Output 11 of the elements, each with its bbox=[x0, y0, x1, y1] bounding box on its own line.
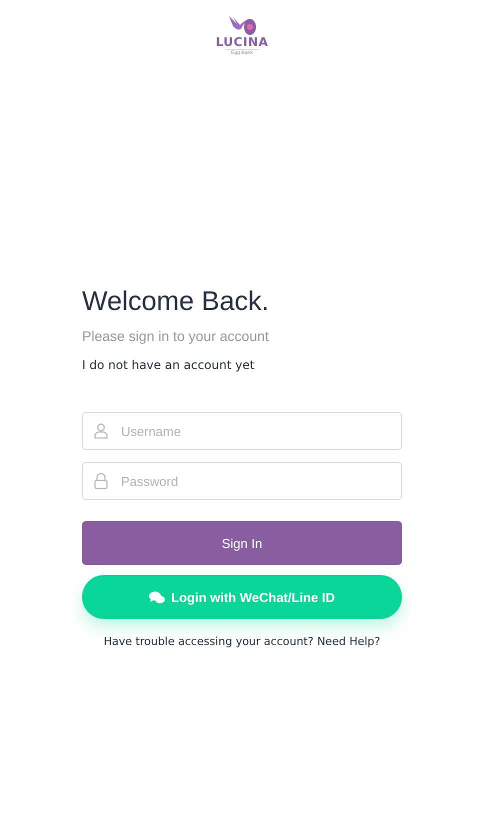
subtitle: Please sign in to your account bbox=[82, 328, 270, 344]
user-icon bbox=[94, 423, 108, 439]
username-field[interactable]: Username bbox=[82, 412, 402, 450]
chat-bubbles-icon bbox=[149, 590, 166, 604]
lock-icon bbox=[94, 472, 108, 490]
register-link[interactable]: I do not have an account yet bbox=[82, 358, 402, 372]
password-field[interactable]: Password bbox=[82, 462, 402, 500]
welcome-heading: Welcome Back. bbox=[82, 285, 270, 317]
logo-name: LUCINA bbox=[216, 36, 268, 49]
sign-in-button[interactable]: Sign In bbox=[82, 521, 402, 565]
help-text: Have trouble accessing your account? Need Help? bbox=[102, 635, 382, 648]
